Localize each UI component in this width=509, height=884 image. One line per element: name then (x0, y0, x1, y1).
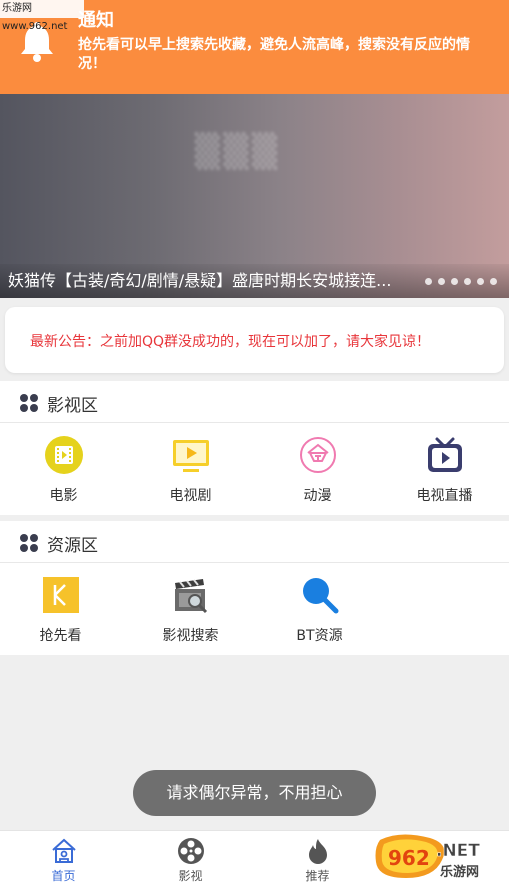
svg-text:962: 962 (388, 846, 430, 870)
preview-k-icon (43, 577, 79, 613)
carousel-dot[interactable] (451, 278, 458, 285)
carousel-dot[interactable] (464, 278, 471, 285)
video-section: 影视区 电影 电视剧 动漫 电视直播 (0, 381, 509, 515)
live-tv-entry[interactable]: 电视直播 (381, 423, 508, 515)
tv-series-label: 电视剧 (169, 488, 212, 504)
flame-icon (309, 839, 327, 864)
banner-caption[interactable]: 妖猫传【古装/奇幻/剧情/悬疑】盛唐时期长安城接连... (8, 267, 420, 291)
carousel-dot[interactable] (425, 278, 432, 285)
magnifier-icon (303, 578, 339, 614)
announcement-card: 最新公告：之前加QQ群没成功的，现在可以加了，请大家见谅！ (5, 307, 504, 373)
carousel-dot[interactable] (438, 278, 445, 285)
tab-recommend-label: 推荐 (305, 869, 330, 883)
clapperboard-search-icon (175, 579, 208, 614)
site-watermark: 乐游网 www.962.net (0, 0, 84, 32)
anime-label: 动漫 (303, 488, 332, 504)
notice-text: 抢先看可以早上搜索先收藏，避免人流高峰，搜索没有反应的情况！ (78, 37, 470, 72)
home-icon (52, 838, 76, 863)
tv-series-entry[interactable]: 电视剧 (127, 423, 254, 515)
live-tv-label: 电视直播 (416, 488, 473, 504)
video-section-title: 影视区 (47, 396, 98, 416)
tab-home-label: 首页 (51, 869, 76, 883)
grid-icon (20, 394, 38, 412)
announcement-text: 最新公告：之前加QQ群没成功的，现在可以加了，请大家见谅！ (30, 334, 431, 350)
movie-entry[interactable]: 电影 (0, 423, 127, 515)
tab-video[interactable]: 影视 (127, 831, 254, 884)
carousel-dots (425, 278, 497, 285)
live-tv-icon (428, 437, 462, 472)
grid-icon (20, 534, 38, 552)
video-search-label: 影视搜索 (162, 628, 219, 644)
resource-section-header: 资源区 (0, 521, 509, 563)
tab-video-label: 影视 (178, 869, 203, 883)
bt-resource-entry[interactable]: BT资源 (256, 563, 383, 655)
resource-section-title: 资源区 (47, 536, 98, 556)
bt-resource-label: BT资源 (296, 628, 343, 644)
banner-artwork: ▒▒▒ (195, 132, 281, 170)
site-logo-watermark: 962 .NET 乐游网 (375, 834, 481, 880)
carousel-dot[interactable] (490, 278, 497, 285)
toast-message: 请求偶尔异常，不用担心 (133, 770, 376, 816)
tab-home[interactable]: 首页 (0, 831, 127, 884)
svg-text:.NET: .NET (436, 841, 480, 861)
resource-section: 资源区 抢先看 影视搜索 BT资源 (0, 521, 509, 655)
film-reel-icon (178, 838, 204, 864)
svg-text:乐游网: 乐游网 (440, 864, 479, 880)
video-section-header: 影视区 (0, 381, 509, 423)
movie-label: 电影 (49, 488, 78, 504)
anime-entry[interactable]: 动漫 (254, 423, 381, 515)
banner-carousel[interactable]: ▒▒▒ 妖猫传【古装/奇幻/剧情/悬疑】盛唐时期长安城接连... (0, 94, 509, 298)
tab-recommend[interactable]: 推荐 (254, 831, 381, 884)
video-search-entry[interactable]: 影视搜索 (127, 563, 254, 655)
tv-monitor-icon (173, 440, 209, 472)
film-icon (45, 436, 83, 474)
preview-label: 抢先看 (39, 628, 82, 644)
carousel-dot[interactable] (477, 278, 484, 285)
anime-icon (300, 437, 336, 473)
preview-entry[interactable]: 抢先看 (0, 563, 124, 655)
